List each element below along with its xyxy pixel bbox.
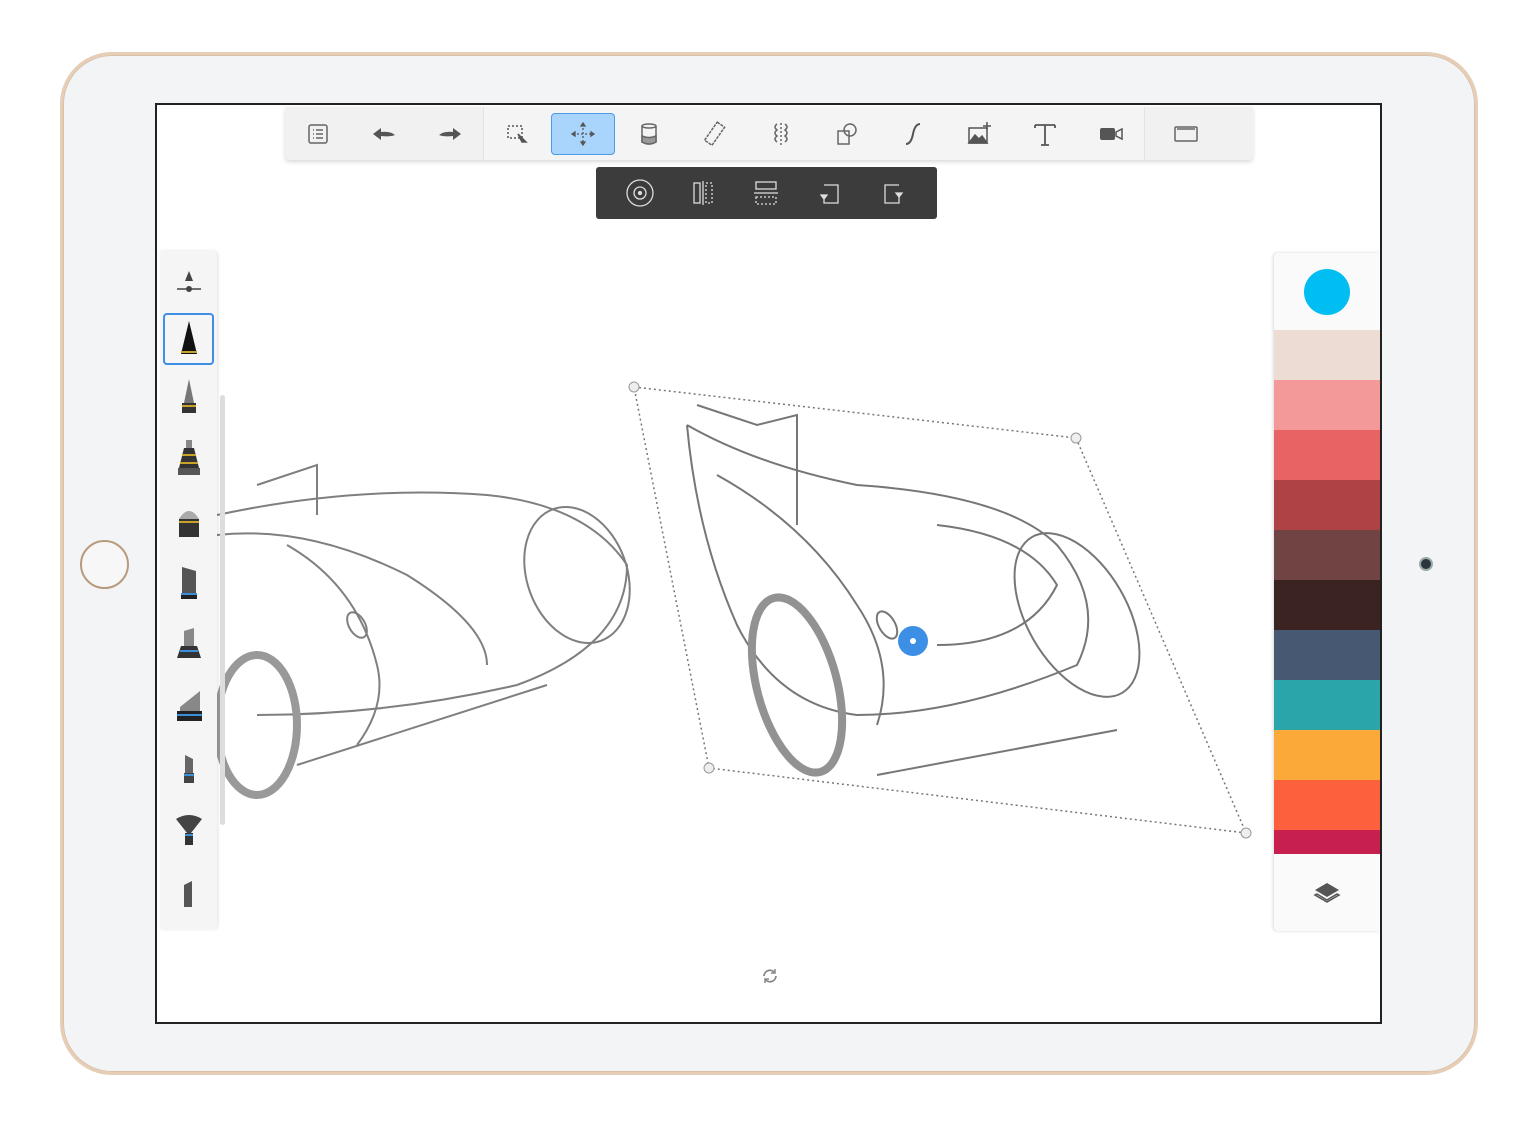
layers-icon xyxy=(1312,878,1342,908)
color-swatch[interactable] xyxy=(1274,830,1380,854)
brush-wide-marker[interactable] xyxy=(160,675,217,737)
fill-bucket-icon[interactable] xyxy=(617,113,681,155)
rotate-left-icon[interactable] xyxy=(808,173,852,213)
brush-eraser[interactable] xyxy=(160,861,217,923)
selection-icon[interactable] xyxy=(485,113,549,155)
sync-icon[interactable] xyxy=(760,966,780,986)
transform-toolbar xyxy=(596,167,937,219)
brush-fan-brush[interactable] xyxy=(160,799,217,861)
color-swatch[interactable] xyxy=(1274,780,1380,830)
brush-pencil[interactable] xyxy=(163,313,214,365)
current-color[interactable] xyxy=(1274,253,1380,330)
main-toolbar xyxy=(285,107,1253,160)
color-swatch[interactable] xyxy=(1274,580,1380,630)
redo-icon[interactable] xyxy=(418,113,482,155)
brush-airbrush[interactable] xyxy=(160,737,217,799)
free-transform-icon[interactable] xyxy=(618,173,662,213)
brush-technical-pen[interactable] xyxy=(160,427,217,489)
color-palette xyxy=(1274,253,1380,931)
flip-vertical-icon[interactable] xyxy=(744,173,788,213)
car-sketch-selected xyxy=(687,405,1165,782)
color-swatch[interactable] xyxy=(1274,480,1380,530)
color-swatch[interactable] xyxy=(1274,730,1380,780)
undo-icon[interactable] xyxy=(352,113,416,155)
ruler-icon[interactable] xyxy=(683,113,747,155)
layers-button[interactable] xyxy=(1274,854,1380,931)
symmetry-icon[interactable] xyxy=(749,113,813,155)
video-icon[interactable] xyxy=(1079,113,1143,155)
rotate-right-icon[interactable] xyxy=(871,173,915,213)
color-swatch[interactable] xyxy=(1274,380,1380,430)
fullscreen-icon[interactable] xyxy=(1146,113,1226,155)
brush-felt-tip[interactable] xyxy=(160,551,217,613)
brush-palette xyxy=(160,251,217,929)
brush-ballpoint-pen[interactable] xyxy=(160,365,217,427)
brush-chisel-marker[interactable] xyxy=(160,613,217,675)
curve-icon[interactable] xyxy=(881,113,945,155)
selection-bounds xyxy=(634,387,1246,833)
front-camera xyxy=(1419,557,1433,571)
flip-horizontal-icon[interactable] xyxy=(681,173,725,213)
color-swatch[interactable] xyxy=(1274,330,1380,380)
transform-icon[interactable] xyxy=(551,113,615,155)
list-icon[interactable] xyxy=(286,113,350,155)
current-color-swatch[interactable] xyxy=(1304,269,1350,315)
shapes-icon[interactable] xyxy=(815,113,879,155)
canvas-screen[interactable] xyxy=(155,103,1382,1024)
text-icon[interactable] xyxy=(1013,113,1077,155)
color-swatch[interactable] xyxy=(1274,680,1380,730)
brush-size-slider[interactable] xyxy=(160,251,217,313)
color-swatch[interactable] xyxy=(1274,530,1380,580)
color-swatch[interactable] xyxy=(1274,430,1380,480)
brush-scrollbar[interactable] xyxy=(220,395,225,825)
add-image-icon[interactable] xyxy=(947,113,1011,155)
brush-marker[interactable] xyxy=(160,489,217,551)
home-button[interactable] xyxy=(80,540,129,589)
car-sketch-left xyxy=(217,465,648,795)
color-swatch[interactable] xyxy=(1274,630,1380,680)
sketch-canvas[interactable] xyxy=(157,105,1382,1024)
transform-handles[interactable] xyxy=(629,382,1251,838)
